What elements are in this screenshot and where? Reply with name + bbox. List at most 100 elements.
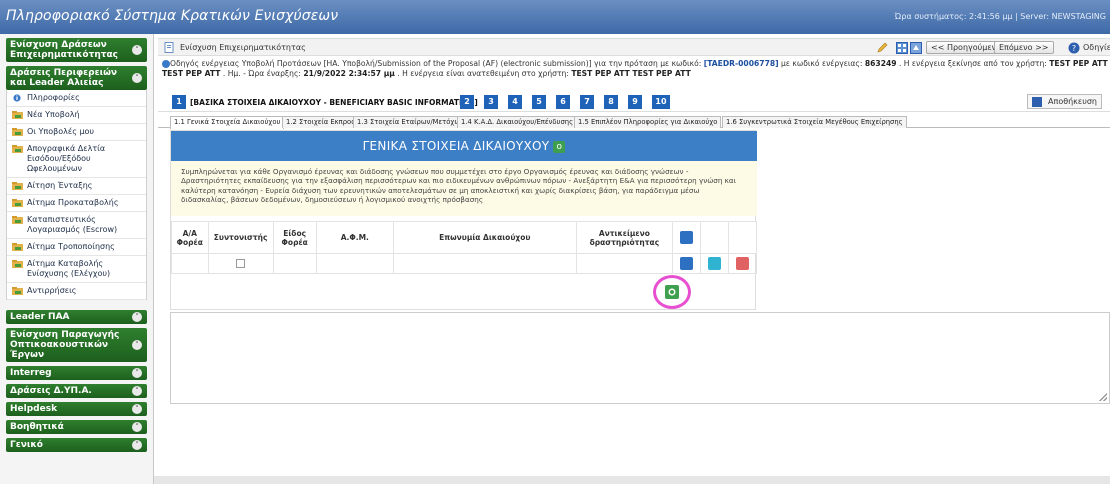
chevron-down-icon[interactable]: ˅ bbox=[132, 312, 142, 322]
sidebar-section-leader-paa[interactable]: Leader ΠΑΑ ˅ bbox=[6, 310, 147, 324]
folder-icon bbox=[12, 287, 23, 295]
sidebar-item-objections[interactable]: Αντιρρήσεις bbox=[7, 283, 146, 300]
proposal-code: [TAEDR-0006778] bbox=[703, 59, 779, 68]
tab-general-info[interactable]: 1.1 Γενικά Στοιχεία Δικαιούχου bbox=[170, 116, 285, 129]
chevron-down-icon[interactable]: ˅ bbox=[132, 340, 142, 350]
sidebar-item-escrow[interactable]: Καταπιστευτικός Λογαριασμός (Escrow) bbox=[7, 212, 146, 239]
sidebar-item-amendment[interactable]: Αίτημα Τροποποίησης bbox=[7, 239, 146, 256]
panel-title: ΓΕΝΙΚΑ ΣΤΟΙΧΕΙΑ ΔΙΚΑΙΟΥΧΟΥ bbox=[362, 139, 550, 153]
chevron-down-icon[interactable]: ˅ bbox=[132, 368, 142, 378]
grid-icon[interactable] bbox=[896, 42, 908, 54]
start-datetime: 21/9/2022 2:34:57 μμ bbox=[303, 69, 395, 78]
app-header: Πληροφοριακό Σύστημα Κρατικών Ενισχύσεων… bbox=[0, 0, 1110, 34]
sidebar-section-tools[interactable]: Βοηθητικά ˅ bbox=[6, 420, 147, 434]
export-icon[interactable] bbox=[910, 42, 922, 54]
delete-icon[interactable] bbox=[736, 257, 750, 270]
edit-icon[interactable] bbox=[876, 42, 888, 54]
sidebar-item-info[interactable]: Πληροφορίες bbox=[7, 90, 146, 107]
step-9[interactable]: 9 bbox=[628, 95, 642, 109]
tab-kad[interactable]: 1.4 Κ.Α.Δ. Δικαιούχου/Επένδυσης bbox=[457, 116, 578, 128]
info-icon[interactable]: o bbox=[553, 140, 566, 153]
sidebar-section-regions[interactable]: Δράσεις Περιφερειών και Leader Αλιείας ˄ bbox=[6, 66, 147, 90]
sidebar-section-label: Helpdesk bbox=[10, 404, 58, 414]
col-entity-type: Είδος Φορέα bbox=[272, 221, 317, 254]
next-button[interactable]: Επόμενο >> bbox=[994, 41, 1054, 54]
sidebar-menu: Πληροφορίες Νέα Υποβολή Οι Υποβολές μου … bbox=[6, 90, 147, 300]
copy-icon[interactable] bbox=[708, 257, 722, 270]
sidebar-item-label: Οι Υποβολές μου bbox=[27, 127, 95, 136]
col-actions-3 bbox=[728, 221, 757, 254]
tab-enterprise-size[interactable]: 1.6 Συγκεντρωτικά Στοιχεία Μεγέθους Επιχ… bbox=[722, 116, 907, 128]
save-button[interactable]: Αποθήκευση bbox=[1027, 94, 1102, 109]
step-label: [ΒΑΣΙΚΑ ΣΤΟΙΧΕΙΑ ΔΙΚΑΙΟΥΧΟΥ - BENEFICIAR… bbox=[190, 98, 478, 107]
step-1[interactable]: 1 bbox=[172, 95, 186, 109]
details-icon[interactable] bbox=[680, 257, 694, 270]
chevron-down-icon[interactable]: ˅ bbox=[132, 422, 142, 432]
action-info: Οδηγός ενέργειας Υποβολή Προτάσεων [ΗΑ. … bbox=[162, 59, 1108, 78]
help-icon[interactable]: ? bbox=[1068, 42, 1080, 54]
folder-icon bbox=[12, 111, 23, 119]
help-label[interactable]: Οδηγίες bbox=[1083, 43, 1110, 52]
sidebar-section-label: Interreg bbox=[10, 368, 52, 378]
sidebar-section-general[interactable]: Γενικό ˅ bbox=[6, 438, 147, 452]
sidebar: Ενίσχυση Δράσεων Επιχειρηματικότητας ˅ Δ… bbox=[0, 34, 154, 484]
table-header-row: Α/Α Φορέα Συντονιστής Είδος Φορέα Α.Φ.Μ.… bbox=[171, 221, 757, 254]
step-10[interactable]: 10 bbox=[652, 95, 670, 109]
sidebar-section-entrepreneurship[interactable]: Ενίσχυση Δράσεων Επιχειρηματικότητας ˅ bbox=[6, 38, 147, 62]
chevron-up-icon[interactable]: ˄ bbox=[132, 73, 142, 83]
tab-extra-info[interactable]: 1.5 Επιπλέον Πληροφορίες για Δικαιούχο bbox=[574, 116, 722, 128]
chevron-down-icon[interactable]: ˅ bbox=[132, 386, 142, 396]
col-activity: Αντικείμενο δραστηριότητας bbox=[575, 221, 674, 254]
sidebar-item-advance-request[interactable]: Αίτημα Προκαταβολής bbox=[7, 195, 146, 212]
sidebar-section-dypa[interactable]: Δράσεις Δ.ΥΠ.Α. ˅ bbox=[6, 384, 147, 398]
sidebar-section-label: Δράσεις Δ.ΥΠ.Α. bbox=[10, 386, 92, 396]
step-6[interactable]: 6 bbox=[556, 95, 570, 109]
panel-header: ΓΕΝΙΚΑ ΣΤΟΙΧΕΙΑ ΔΙΚΑΙΟΥΧΟΥ o bbox=[171, 131, 757, 161]
col-coordinator: Συντονιστής bbox=[207, 221, 274, 254]
sidebar-item-census-sheets[interactable]: Απογραφικά Δελτία Εισόδου/Εξόδου Ωφελουμ… bbox=[7, 141, 146, 178]
coordinator-checkbox[interactable] bbox=[236, 259, 246, 269]
panel-note: Συμπληρώνεται για κάθε Οργανισμό έρευνας… bbox=[171, 161, 757, 216]
step-5[interactable]: 5 bbox=[532, 95, 546, 109]
save-label: Αποθήκευση bbox=[1048, 97, 1097, 106]
beneficiary-table: Α/Α Φορέα Συντονιστής Είδος Φορέα Α.Φ.Μ.… bbox=[171, 221, 757, 274]
step-4[interactable]: 4 bbox=[508, 95, 522, 109]
sidebar-section-label: Γενικό bbox=[10, 440, 43, 450]
info-text: Οδηγός ενέργειας Υποβολή Προτάσεων [ΗΑ. … bbox=[170, 59, 704, 68]
svg-text:?: ? bbox=[1072, 44, 1076, 53]
list-icon[interactable] bbox=[680, 231, 694, 244]
sidebar-item-label: Απογραφικά Δελτία Εισόδου/Εξόδου Ωφελουμ… bbox=[27, 144, 106, 173]
chevron-down-icon[interactable]: ˅ bbox=[132, 404, 142, 414]
highlight-circle bbox=[653, 275, 691, 309]
sidebar-section-audiovisual[interactable]: Ενίσχυση Παραγωγής Οπτικοακουστικών Έργω… bbox=[6, 328, 147, 362]
sidebar-section-helpdesk[interactable]: Helpdesk ˅ bbox=[6, 402, 147, 416]
action-code: 863249 bbox=[864, 59, 897, 68]
sidebar-item-my-submissions[interactable]: Οι Υποβολές μου bbox=[7, 124, 146, 141]
resize-handle[interactable] bbox=[1099, 393, 1107, 401]
step-7[interactable]: 7 bbox=[580, 95, 594, 109]
col-actions-2 bbox=[700, 221, 730, 254]
chevron-down-icon[interactable]: ˅ bbox=[132, 45, 142, 55]
sidebar-item-payment-request[interactable]: Αίτημα Καταβολής Ενίσχυσης (Ελέγχου) bbox=[7, 256, 146, 283]
step-2[interactable]: 2 bbox=[460, 95, 474, 109]
horizontal-scrollbar[interactable] bbox=[154, 476, 1110, 484]
sidebar-item-label: Αντιρρήσεις bbox=[27, 286, 77, 295]
sidebar-section-label: Leader ΠΑΑ bbox=[10, 312, 70, 322]
chevron-down-icon[interactable]: ˅ bbox=[132, 440, 142, 450]
col-aa: Α/Α Φορέα bbox=[171, 221, 209, 254]
step-3[interactable]: 3 bbox=[484, 95, 498, 109]
comments-textarea[interactable] bbox=[170, 312, 1110, 404]
sidebar-item-label: Πληροφορίες bbox=[27, 93, 80, 102]
tab-partners[interactable]: 1.3 Στοιχεία Εταίρων/Μετόχων bbox=[353, 116, 468, 128]
sidebar-item-application[interactable]: Αίτηση Ένταξης bbox=[7, 178, 146, 195]
col-name: Επωνυμία Δικαιούχου bbox=[392, 221, 577, 254]
sidebar-item-label: Αίτηση Ένταξης bbox=[27, 181, 93, 190]
sidebar-section-interreg[interactable]: Interreg ˅ bbox=[6, 366, 147, 380]
main-content: Ενίσχυση Επιχειρηματικότητας << Προηγούμ… bbox=[158, 34, 1110, 484]
sidebar-item-label: Αίτημα Καταβολής Ενίσχυσης (Ελέγχου) bbox=[27, 259, 111, 278]
app-title: Πληροφοριακό Σύστημα Κρατικών Ενισχύσεων bbox=[6, 8, 339, 24]
sidebar-item-new-submission[interactable]: Νέα Υποβολή bbox=[7, 107, 146, 124]
info-icon bbox=[13, 94, 21, 102]
folder-icon bbox=[12, 243, 23, 251]
step-8[interactable]: 8 bbox=[604, 95, 618, 109]
